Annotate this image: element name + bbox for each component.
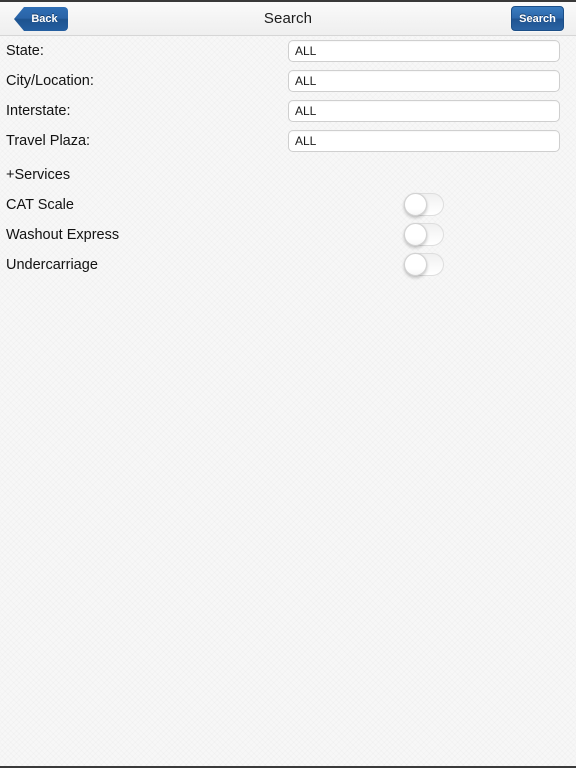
cat-scale-toggle[interactable] [404,193,444,216]
search-button[interactable]: Search [511,6,564,31]
undercarriage-toggle[interactable] [404,253,444,276]
city-location-input[interactable] [288,70,560,92]
field-row-state: State: [0,36,576,66]
toggle-row-washout-express: Washout Express [0,220,576,250]
field-row-travel-plaza: Travel Plaza: [0,126,576,156]
state-input[interactable] [288,40,560,62]
toggle-label-undercarriage: Undercarriage [6,257,98,273]
page-title: Search [263,10,313,27]
travel-plaza-input[interactable] [288,130,560,152]
field-label-travel-plaza: Travel Plaza: [6,133,91,149]
toggle-row-undercarriage: Undercarriage [0,250,576,280]
services-section-header[interactable]: +Services [0,160,576,190]
toggle-label-cat-scale: CAT Scale [6,197,74,213]
field-row-city-location: City/Location: [0,66,576,96]
field-label-city-location: City/Location: [6,73,94,89]
toggle-knob-icon [404,193,427,216]
washout-express-toggle[interactable] [404,223,444,246]
search-screen: Back Search Search State: City/Location:… [0,0,576,768]
search-form: State: City/Location: Interstate: Travel… [0,36,576,280]
toggle-knob-icon [404,253,427,276]
toggle-label-washout-express: Washout Express [6,227,120,243]
toggle-knob-icon [404,223,427,246]
field-label-state: State: [6,43,44,59]
field-label-interstate: Interstate: [6,103,71,119]
navigation-bar: Back Search Search [0,2,576,36]
toggle-row-cat-scale: CAT Scale [0,190,576,220]
field-row-interstate: Interstate: [0,96,576,126]
interstate-input[interactable] [288,100,560,122]
services-section-label: +Services [6,167,71,183]
